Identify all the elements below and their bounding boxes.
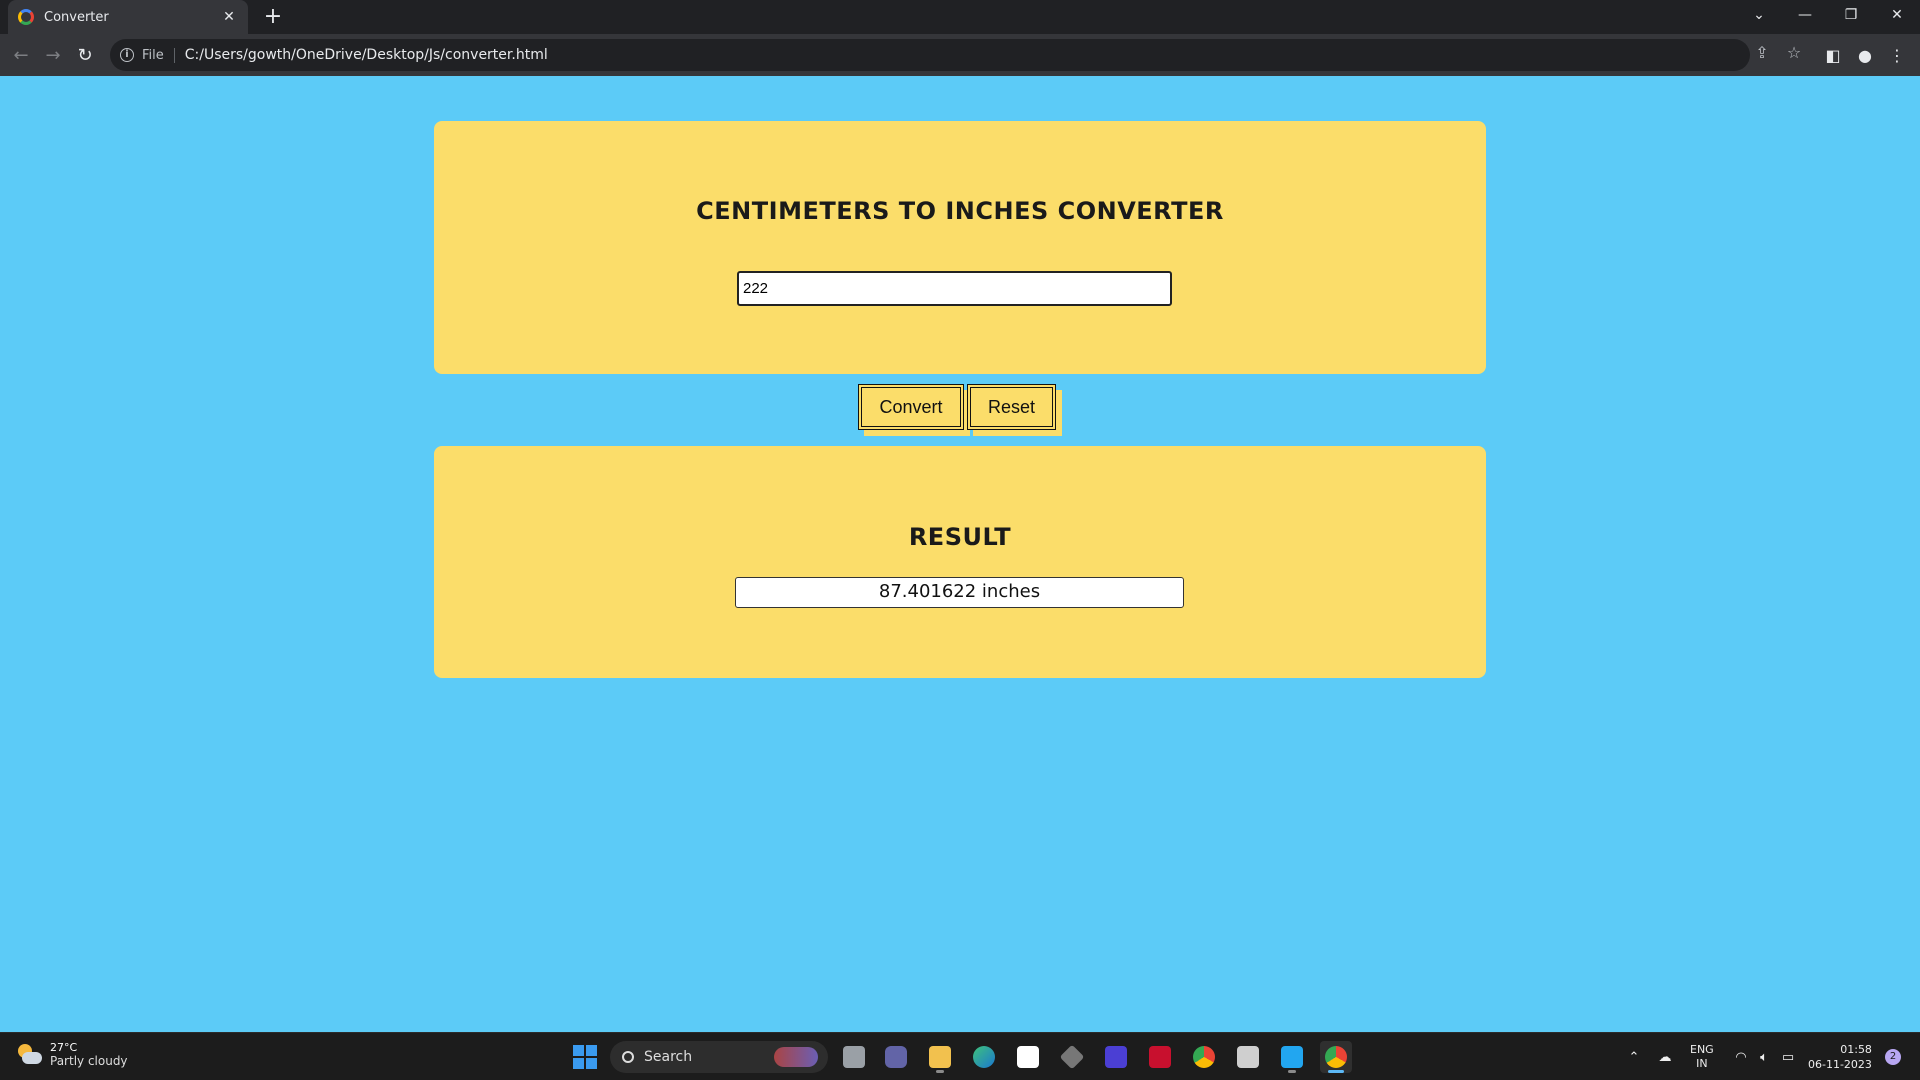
converter-title: CENTIMETERS TO INCHES CONVERTER <box>696 197 1224 225</box>
browser-tab-strip: Converter ✕ + ⌄ — ❐ ✕ <box>0 0 1920 34</box>
printer-app-icon[interactable] <box>1232 1041 1264 1073</box>
close-window-button[interactable]: ✕ <box>1874 0 1920 30</box>
purple-app-icon[interactable] <box>1100 1041 1132 1073</box>
clock-date: 06-11-2023 <box>1808 1058 1872 1071</box>
share-icon[interactable]: ⇪ <box>1750 43 1774 62</box>
minimize-button[interactable]: — <box>1782 0 1828 30</box>
back-button[interactable]: ← <box>8 42 34 68</box>
restore-button[interactable]: ❐ <box>1828 0 1874 30</box>
onedrive-cloud-icon[interactable]: ☁ <box>1652 1033 1678 1080</box>
result-output: 87.401622 inches <box>735 577 1184 608</box>
weather-temperature: 27°C <box>50 1041 78 1054</box>
converter-card: CENTIMETERS TO INCHES CONVERTER <box>434 121 1486 374</box>
teams-chat-icon[interactable] <box>880 1041 912 1073</box>
volume-icon[interactable]: 🔈︎ <box>1753 1033 1775 1080</box>
scheme-label: File <box>142 47 175 63</box>
system-clock[interactable]: 01:58 06-11-2023 <box>1808 1042 1872 1072</box>
chrome-active-icon[interactable] <box>1320 1041 1352 1073</box>
result-title: RESULT <box>908 523 1012 551</box>
notification-badge[interactable]: 2 <box>1885 1049 1901 1065</box>
reload-button[interactable]: ↻ <box>72 42 98 68</box>
clock-time: 01:58 <box>1840 1043 1872 1056</box>
partly-cloudy-icon <box>16 1043 42 1066</box>
search-label: Search <box>644 1049 693 1065</box>
reset-button[interactable]: Reset <box>967 384 1056 430</box>
new-tab-button[interactable]: + <box>260 4 286 30</box>
wifi-icon[interactable]: ◠ <box>1730 1033 1752 1080</box>
address-bar[interactable]: i File C:/Users/gowth/OneDrive/Desktop/J… <box>110 39 1750 71</box>
tab-search-icon[interactable]: ⌄ <box>1736 0 1782 30</box>
vscode-icon[interactable] <box>1276 1041 1308 1073</box>
unity-hub-icon[interactable] <box>1056 1041 1088 1073</box>
star-icon[interactable]: ☆ <box>1782 43 1806 62</box>
side-panel-icon[interactable]: ◧ <box>1820 42 1846 68</box>
kebab-menu-icon[interactable]: ⋮ <box>1884 42 1910 68</box>
task-view-icon[interactable] <box>838 1041 870 1073</box>
profile-icon[interactable]: ● <box>1852 42 1878 68</box>
back-arrow-icon: ← <box>13 44 29 66</box>
edge-browser-icon[interactable] <box>968 1041 1000 1073</box>
chrome-icon[interactable] <box>1188 1041 1220 1073</box>
forward-arrow-icon: → <box>45 44 61 66</box>
convert-button[interactable]: Convert <box>858 384 964 430</box>
mcafee-icon[interactable] <box>1144 1041 1176 1073</box>
google-favicon-icon <box>18 9 34 25</box>
language-indicator[interactable]: ENG IN <box>1690 1043 1714 1071</box>
file-explorer-icon[interactable] <box>924 1041 956 1073</box>
taskbar-search[interactable]: Search <box>610 1041 828 1073</box>
weather-widget[interactable]: 27°C Partly cloudy <box>16 1041 128 1068</box>
tab-close-icon[interactable]: ✕ <box>220 9 238 25</box>
result-card: RESULT 87.401622 inches <box>434 446 1486 678</box>
url-text[interactable]: C:/Users/gowth/OneDrive/Desktop/Js/conve… <box>185 47 548 63</box>
centimeters-input[interactable] <box>737 271 1172 306</box>
battery-icon[interactable]: ▭ <box>1776 1033 1800 1080</box>
microsoft-store-icon[interactable] <box>1012 1041 1044 1073</box>
search-highlight-image <box>774 1047 818 1067</box>
info-icon[interactable]: i <box>120 48 134 62</box>
search-icon <box>622 1051 634 1063</box>
language-code: ENG <box>1690 1043 1714 1056</box>
windows-taskbar: 27°C Partly cloudy Search ⌃ ☁ ENG IN ◠ 🔈… <box>0 1032 1920 1080</box>
windows-start-icon[interactable] <box>573 1045 597 1069</box>
region-code: IN <box>1696 1057 1708 1070</box>
tab-title: Converter <box>44 9 109 25</box>
show-hidden-icons-chevron-icon[interactable]: ⌃ <box>1622 1033 1646 1080</box>
forward-button[interactable]: → <box>40 42 66 68</box>
browser-tab[interactable]: Converter ✕ <box>8 0 248 34</box>
weather-condition: Partly cloudy <box>50 1054 128 1068</box>
reload-icon: ↻ <box>77 44 93 66</box>
browser-toolbar: ← → ↻ i File C:/Users/gowth/OneDrive/Des… <box>0 34 1920 76</box>
